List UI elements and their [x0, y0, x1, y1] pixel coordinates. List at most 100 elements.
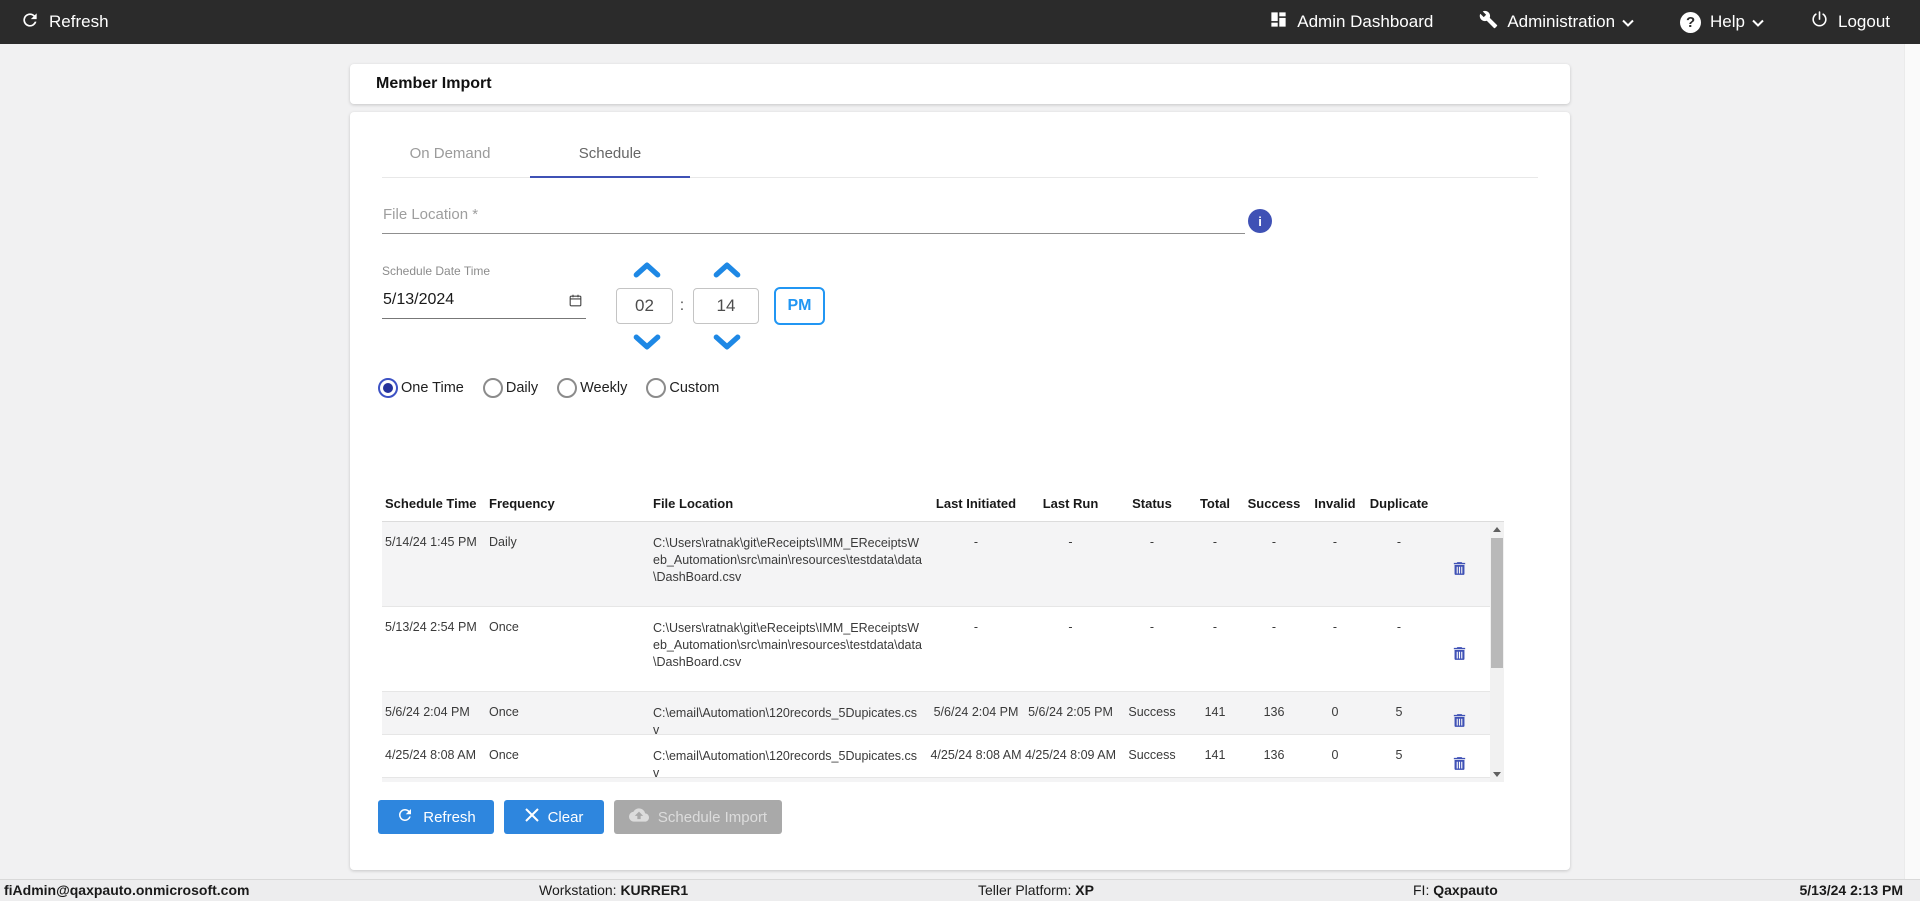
- delete-row-button[interactable]: [1451, 531, 1468, 606]
- minute-input[interactable]: 14: [693, 288, 759, 324]
- delete-row-button[interactable]: [1451, 616, 1468, 691]
- dashboard-grid-icon: [1269, 10, 1288, 34]
- cell-frequency: Once: [489, 705, 519, 719]
- cell-file-location: C:\Users\ratnak\git\eReceipts\IMM_ERecei…: [653, 621, 922, 669]
- cell-last-run: -: [1068, 620, 1073, 634]
- table-scrollbar[interactable]: [1490, 522, 1504, 782]
- delete-row-button[interactable]: [1451, 744, 1468, 782]
- schedule-date-field: [382, 288, 586, 319]
- radio-selected-icon: [378, 378, 398, 398]
- footer-user: fiAdmin@qaxpauto.onmicrosoft.com: [4, 882, 250, 898]
- radio-weekly[interactable]: Weekly: [557, 378, 627, 398]
- refresh-icon: [396, 806, 414, 828]
- col-file-location: File Location: [653, 496, 734, 511]
- trash-icon: [1451, 713, 1468, 733]
- scrollbar-down-icon[interactable]: [1493, 772, 1501, 777]
- admin-dashboard-label: Admin Dashboard: [1297, 12, 1434, 31]
- calendar-icon[interactable]: [568, 293, 583, 308]
- logout-button[interactable]: Logout: [1810, 10, 1890, 34]
- cell-duplicate: -: [1396, 620, 1402, 634]
- radio-daily[interactable]: Daily: [482, 378, 538, 398]
- delete-row-button[interactable]: [1451, 701, 1468, 739]
- cell-total: 141: [1204, 748, 1226, 762]
- schedule-date-input[interactable]: [382, 288, 557, 318]
- scrollbar-thumb[interactable]: [1491, 538, 1503, 668]
- power-icon: [1810, 10, 1829, 34]
- cell-last-initiated: 5/6/24 2:04 PM: [933, 705, 1019, 719]
- clear-button[interactable]: Clear: [504, 800, 604, 834]
- footer-fi: FI: Qaxpauto: [1413, 882, 1498, 898]
- cell-success: 136: [1263, 748, 1285, 762]
- topbar-refresh-label: Refresh: [49, 12, 109, 31]
- status-footer: fiAdmin@qaxpauto.onmicrosoft.com Worksta…: [0, 879, 1920, 901]
- table-row: 5/14/24 1:45 PM Daily C:\Users\ratnak\gi…: [382, 522, 1490, 607]
- col-actions: [1433, 483, 1490, 521]
- footer-teller-platform: Teller Platform: XP: [978, 882, 1094, 898]
- administration-menu[interactable]: Administration: [1479, 10, 1634, 34]
- minute-down-icon[interactable]: [713, 334, 741, 350]
- refresh-button[interactable]: Refresh: [378, 800, 494, 834]
- table-header: Schedule Time Frequency File Location La…: [382, 483, 1504, 522]
- radio-one-time[interactable]: One Time: [378, 378, 464, 398]
- col-last-run: Last Run: [1042, 496, 1099, 511]
- schedule-table: Schedule Time Frequency File Location La…: [382, 483, 1504, 782]
- cell-duplicate: 5: [1395, 748, 1403, 762]
- cell-status: -: [1149, 535, 1155, 549]
- table-scroll-area: 5/14/24 1:45 PM Daily C:\Users\ratnak\gi…: [382, 522, 1504, 782]
- table-row: 5/13/24 2:54 PM Once C:\Users\ratnak\git…: [382, 607, 1490, 692]
- schedule-import-button: Schedule Import: [614, 800, 782, 834]
- cell-last-run: -: [1068, 535, 1073, 549]
- frequency-radio-group: One Time Daily Weekly Custom: [378, 378, 719, 398]
- info-icon[interactable]: i: [1248, 209, 1272, 233]
- cell-schedule-time: 5/14/24 1:45 PM: [385, 535, 477, 549]
- cell-frequency: Once: [489, 620, 519, 634]
- cell-total: -: [1212, 535, 1218, 549]
- cell-invalid: -: [1332, 620, 1338, 634]
- radio-custom[interactable]: Custom: [646, 378, 719, 398]
- cell-last-initiated: 4/25/24 8:08 AM: [930, 748, 1022, 762]
- cell-schedule-time: 5/6/24 2:04 PM: [385, 705, 470, 719]
- cell-invalid: 0: [1331, 748, 1339, 762]
- help-icon: ?: [1680, 11, 1702, 33]
- col-total: Total: [1199, 496, 1231, 511]
- topbar-refresh-button[interactable]: Refresh: [20, 10, 109, 35]
- member-import-panel: On Demand Schedule i Schedule Date Time …: [350, 112, 1570, 870]
- cell-duplicate: -: [1396, 535, 1402, 549]
- cell-last-initiated: -: [973, 620, 979, 634]
- minute-up-icon[interactable]: [713, 262, 741, 278]
- tab-schedule[interactable]: Schedule: [530, 130, 690, 178]
- radio-unselected-icon: [482, 378, 503, 398]
- trash-icon: [1451, 756, 1468, 776]
- chevron-down-icon: [1752, 12, 1764, 32]
- cell-total: 141: [1204, 705, 1226, 719]
- member-import-screen: Refresh Admin Dashboard Administration ?…: [0, 0, 1920, 901]
- admin-dashboard-menu[interactable]: Admin Dashboard: [1269, 10, 1433, 34]
- administration-label: Administration: [1507, 12, 1616, 31]
- chevron-down-icon: [1622, 12, 1634, 32]
- cell-status: Success: [1128, 748, 1176, 762]
- refresh-icon: [20, 10, 40, 35]
- meridiem-toggle[interactable]: PM: [774, 287, 825, 325]
- cell-total: -: [1212, 620, 1218, 634]
- page-scrollbar[interactable]: [1904, 44, 1920, 879]
- page-title: Member Import: [376, 75, 492, 92]
- help-menu[interactable]: ? Help: [1680, 11, 1764, 33]
- hour-down-icon[interactable]: [633, 334, 661, 350]
- cell-status: Success: [1128, 705, 1176, 719]
- logout-label: Logout: [1838, 12, 1890, 31]
- cell-last-run: 4/25/24 8:09 AM: [1024, 748, 1117, 762]
- time-separator: :: [679, 297, 685, 314]
- cell-schedule-time: 5/13/24 2:54 PM: [385, 620, 477, 634]
- tab-on-demand[interactable]: On Demand: [370, 130, 530, 177]
- radio-unselected-icon: [557, 378, 578, 398]
- hour-input[interactable]: 02: [616, 288, 673, 324]
- scrollbar-up-icon[interactable]: [1493, 527, 1501, 532]
- cell-invalid: -: [1332, 535, 1338, 549]
- radio-unselected-icon: [646, 378, 667, 398]
- file-location-field: [382, 200, 1245, 234]
- help-label: Help: [1710, 12, 1745, 31]
- hour-up-icon[interactable]: [633, 262, 661, 278]
- tab-bar: On Demand Schedule: [370, 130, 690, 178]
- cell-file-location: C:\email\Automation\120records_5Dupicate…: [653, 706, 918, 737]
- file-location-input[interactable]: [382, 200, 1245, 234]
